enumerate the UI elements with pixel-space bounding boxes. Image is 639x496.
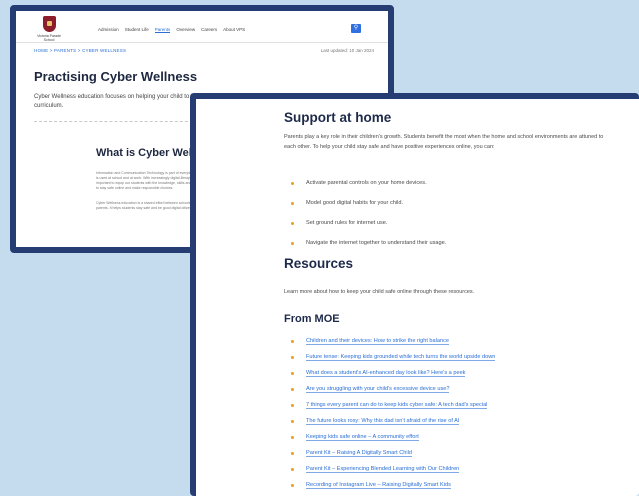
nav-item-parents[interactable]: Parents [154, 27, 171, 33]
search-icon: ⚲ [353, 25, 359, 31]
resource-link-text[interactable]: Recording of Instagram Live – Raising Di… [306, 482, 451, 489]
support-tips-list: Activate parental controls on your home … [284, 173, 446, 253]
nav-item-admission[interactable]: Admission [98, 27, 119, 33]
nav-item-careers[interactable]: Careers [201, 27, 217, 33]
resource-link[interactable]: What does a student's AI-enhanced day lo… [284, 365, 495, 381]
list-item: Set ground rules for internet use. [284, 213, 446, 233]
school-name: Victoria Parade School [37, 34, 61, 42]
resource-link[interactable]: Keeping kids safe online – A community e… [284, 429, 495, 445]
list-item: Navigate the internet together to unders… [284, 233, 446, 253]
resource-link-text[interactable]: Children and their devices: How to strik… [306, 338, 450, 345]
resource-link-text[interactable]: 7 things every parent can do to keep kid… [306, 402, 488, 409]
resource-link-text[interactable]: Keeping kids safe online – A community e… [306, 434, 419, 441]
resource-link[interactable]: Recording of Instagram Live – Raising Di… [284, 477, 495, 493]
resource-link[interactable]: Children and their devices: How to strik… [284, 333, 495, 349]
support-intro: Parents play a key role in their childre… [284, 134, 604, 150]
support-heading: Support at home [284, 110, 392, 125]
resource-link[interactable]: The future looks rosy: Why this dad isn'… [284, 413, 495, 429]
resource-link-text[interactable]: Parent Kit – Raising A Digitally Smart C… [306, 450, 413, 457]
resource-link-text[interactable]: Are you struggling with your child's exc… [306, 386, 450, 393]
resource-link[interactable]: Parent Kit – Raising A Digitally Smart C… [284, 445, 495, 461]
resources-heading: Resources [284, 256, 354, 271]
resource-link-text[interactable]: Parent Kit – Experiencing Blended Learni… [306, 466, 460, 473]
list-item: Model good digital habits for your child… [284, 193, 446, 213]
nav-item-overview[interactable]: Overview [176, 27, 195, 33]
school-logo[interactable]: Victoria Parade School [34, 16, 64, 42]
last-updated: Last updated: 10 Jan 2024 [320, 48, 374, 53]
nav-item-about[interactable]: About VPS [223, 27, 245, 33]
resource-link[interactable]: Future tense: Keeping kids grounded whil… [284, 349, 496, 365]
section-heading: What is Cyber Wel [96, 147, 192, 159]
nav-divider [16, 42, 388, 43]
resource-link[interactable]: Are you struggling with your child's exc… [284, 381, 495, 397]
search-button[interactable]: ⚲ [351, 24, 361, 33]
resource-link-text[interactable]: Future tense: Keeping kids grounded whil… [306, 354, 496, 361]
front-page-card: Support at home Parents play a key role … [190, 93, 639, 496]
breadcrumb[interactable]: HOME > PARENTS > CYBER WELLNESS [34, 48, 126, 53]
list-item: Activate parental controls on your home … [284, 173, 446, 193]
from-moe-heading: From MOE [284, 313, 340, 325]
resource-link-text[interactable]: What does a student's AI-enhanced day lo… [306, 370, 466, 377]
resource-link-text[interactable]: The future looks rosy: Why this dad isn'… [306, 418, 460, 425]
nav-item-student-life[interactable]: Student Life [125, 27, 149, 33]
resource-link[interactable]: 7 things every parent can do to keep kid… [284, 397, 495, 413]
resources-intro: Learn more about how to keep your child … [284, 289, 475, 295]
main-nav: Admission Student Life Parents Overview … [98, 27, 245, 33]
school-crest-icon [42, 16, 56, 32]
resource-link[interactable]: Parent Kit – Experiencing Blended Learni… [284, 461, 495, 477]
page-title: Practising Cyber Wellness [34, 69, 198, 84]
moe-resource-links: Children and their devices: How to strik… [284, 333, 496, 493]
